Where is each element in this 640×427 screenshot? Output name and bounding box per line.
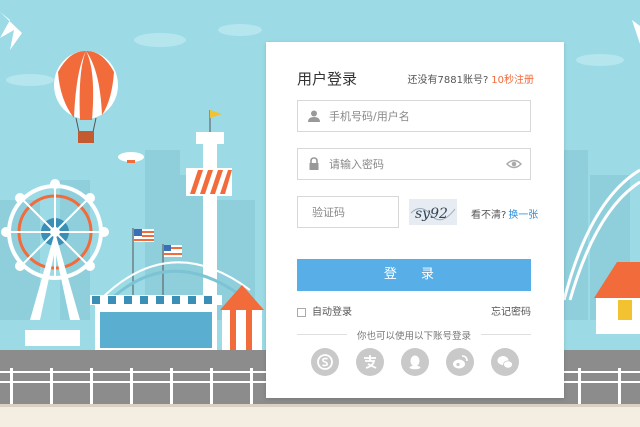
captcha-refresh-link[interactable]: 换一张 [508, 210, 538, 221]
alt-login-text: 你也可以使用以下账号登录 [356, 331, 471, 342]
captcha-text: sy92 [415, 206, 448, 222]
auto-login[interactable]: 自动登录 [297, 303, 352, 318]
eye-icon[interactable] [506, 157, 522, 171]
captcha-hint: 看不清? 换一张 [471, 206, 538, 221]
wechat-login-button[interactable] [491, 348, 519, 376]
qq-icon [409, 355, 421, 370]
register-prompt-text: 还没有7881账号? [407, 75, 489, 86]
wechat-icon [497, 356, 513, 369]
auto-login-checkbox[interactable] [297, 307, 306, 317]
auto-login-label: 自动登录 [312, 307, 352, 318]
forgot-password-link[interactable]: 忘记密码 [491, 303, 531, 318]
weibo-icon [453, 355, 468, 369]
captcha-field[interactable] [297, 196, 399, 228]
user-icon [308, 110, 320, 122]
username-input[interactable] [329, 101, 499, 131]
captcha-image[interactable]: sy92 [409, 199, 457, 225]
password-input[interactable] [329, 149, 499, 179]
register-prompt: 还没有7881账号? 10秒注册 [408, 71, 535, 86]
lock-icon [309, 157, 319, 170]
alt-login-divider: 你也可以使用以下账号登录 [297, 328, 531, 342]
login-button[interactable]: 登 录 [297, 259, 531, 291]
captcha-unclear-text: 看不清? [471, 210, 507, 221]
sogou-icon [317, 354, 333, 370]
alipay-login-button[interactable] [356, 348, 384, 376]
sogou-login-button[interactable] [311, 348, 339, 376]
captcha-input[interactable] [312, 197, 392, 227]
login-title: 用户登录 [297, 70, 358, 88]
register-link[interactable]: 10秒注册 [491, 75, 534, 86]
weibo-login-button[interactable] [446, 348, 474, 376]
qq-login-button[interactable] [401, 348, 429, 376]
username-field[interactable] [297, 100, 531, 132]
password-field[interactable] [297, 148, 531, 180]
alipay-icon [364, 355, 377, 369]
login-panel: 用户登录 还没有7881账号?10秒注册 sy92 看不清?换一张 登 录 自动… [266, 42, 564, 398]
